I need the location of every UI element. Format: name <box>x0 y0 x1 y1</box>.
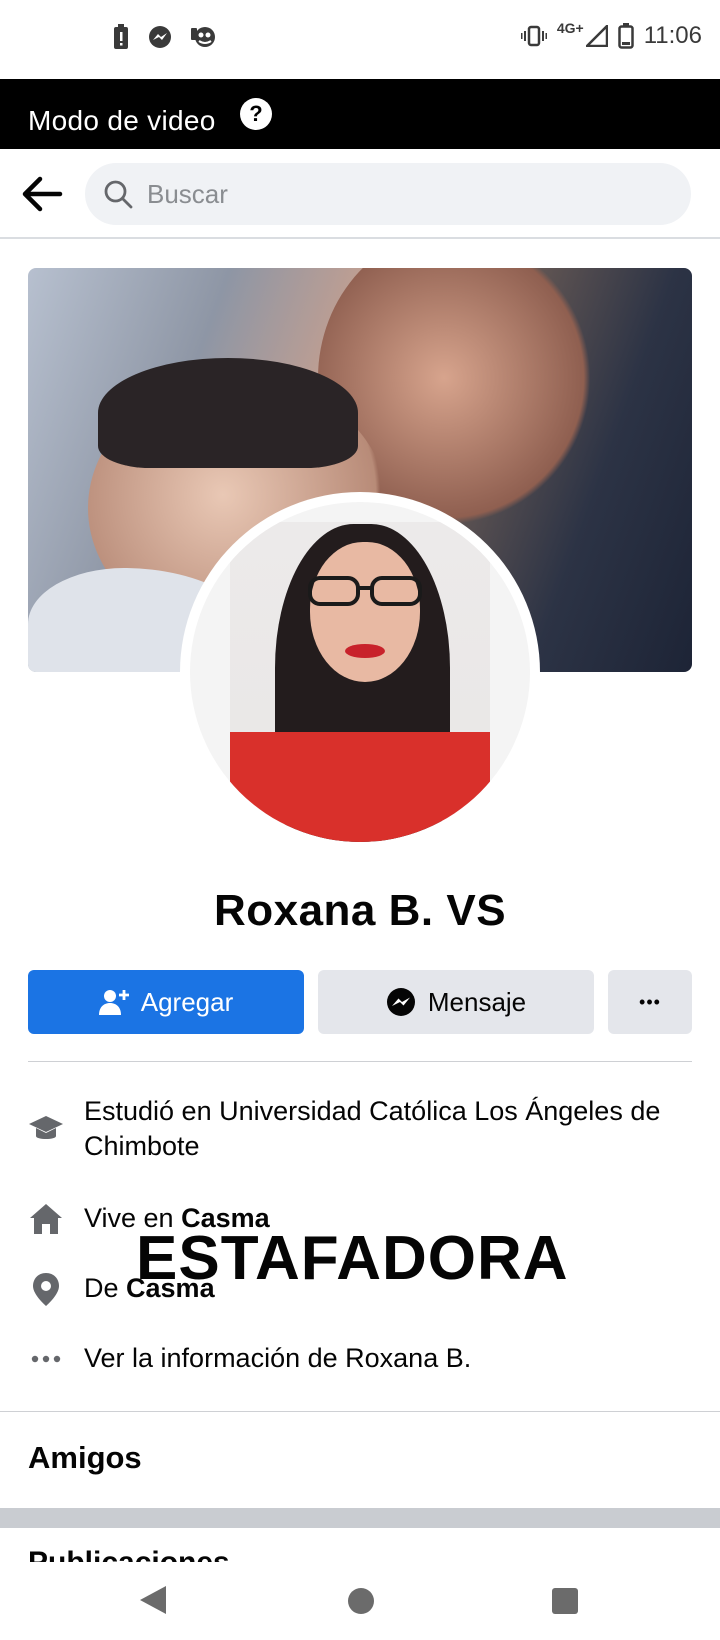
see-info-text: Ver la información de Roxana B. <box>84 1343 472 1373</box>
home-icon <box>30 1204 62 1234</box>
alert-battery-icon <box>114 24 128 49</box>
status-bar: 4G+ 11:06 <box>0 0 720 79</box>
more-dots-icon <box>31 1355 61 1363</box>
messenger-icon <box>386 988 415 1016</box>
add-friend-label: Agregar <box>140 986 234 1017</box>
add-friend-button[interactable]: Agregar <box>28 970 304 1034</box>
nav-home-icon[interactable] <box>348 1588 374 1614</box>
network-type: 4G+ <box>556 20 584 36</box>
profile-picture[interactable] <box>190 502 530 842</box>
app-notification-icon <box>191 27 215 47</box>
system-navigation-bar <box>0 1562 720 1640</box>
see-info-row[interactable]: Ver la información de Roxana B. <box>28 1341 692 1377</box>
more-options-icon: ••• <box>639 991 661 1012</box>
video-mode-label: Modo de video <box>28 105 216 136</box>
search-field[interactable] <box>85 163 691 225</box>
search-icon <box>104 180 133 209</box>
search-header <box>0 149 720 239</box>
battery-icon <box>617 23 634 49</box>
graduation-cap-icon <box>29 1116 63 1139</box>
help-icon[interactable]: ? <box>240 98 272 130</box>
system-status: 4G+ 11:06 <box>520 20 702 50</box>
profile-name: Roxana B. VS <box>213 886 507 935</box>
section-divider <box>0 1411 720 1412</box>
message-label: Mensaje <box>427 986 527 1017</box>
search-input[interactable] <box>147 163 667 225</box>
message-button[interactable]: Mensaje <box>318 970 594 1034</box>
divider <box>28 1061 692 1062</box>
clock: 11:06 <box>643 22 702 49</box>
location-pin-icon <box>33 1273 59 1306</box>
avatar-face <box>310 542 420 682</box>
nav-recents-icon[interactable] <box>552 1588 578 1614</box>
video-mode-bar: Modo de video ? <box>0 79 720 149</box>
section-separator <box>0 1508 720 1528</box>
avatar-lips <box>345 644 385 658</box>
vibrate-icon <box>520 25 547 47</box>
add-friend-icon <box>98 990 129 1015</box>
friends-section-title[interactable]: Amigos <box>28 1440 142 1476</box>
signal-icon <box>585 25 608 47</box>
education-text: Estudió en Universidad Católica Los Ánge… <box>84 1096 661 1161</box>
cover-child-hair <box>98 358 358 468</box>
education-row[interactable]: Estudió en Universidad Católica Los Ánge… <box>28 1094 692 1164</box>
overlay-caption: ESTAFADORA <box>136 1224 569 1293</box>
more-options-button[interactable]: ••• <box>608 970 692 1034</box>
back-arrow-icon[interactable] <box>20 174 64 214</box>
avatar-clothing <box>230 732 490 842</box>
avatar-glasses <box>308 576 422 606</box>
from-prefix: De <box>84 1273 127 1303</box>
notification-icons <box>112 24 218 50</box>
posts-section-title: Publicaciones <box>28 1548 230 1562</box>
messenger-notification-icon <box>149 26 171 48</box>
nav-back-icon[interactable] <box>138 1584 168 1616</box>
